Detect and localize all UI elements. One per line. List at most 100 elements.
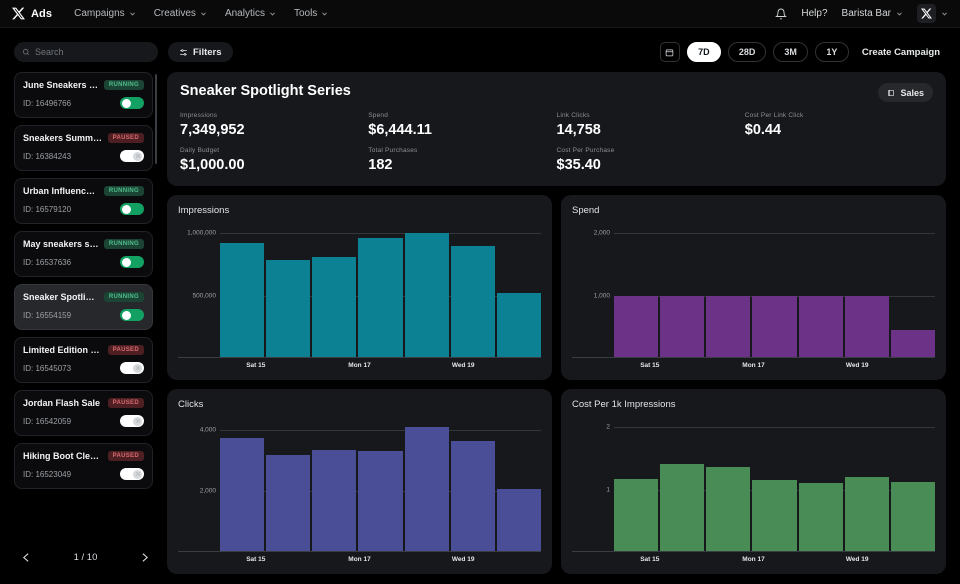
sidebar-scrollbar[interactable]	[155, 74, 157, 164]
pagination-label: 1 / 10	[74, 552, 98, 563]
metric-cell: Cost Per Purchase $35.40	[557, 147, 745, 173]
status-badge: RUNNING	[104, 239, 144, 249]
range-pill-1y-label: 1Y	[826, 47, 837, 57]
x-logo-icon	[921, 8, 932, 19]
avatar	[917, 4, 936, 23]
chart-title: Clicks	[178, 399, 541, 410]
campaign-active-toggle[interactable]	[120, 362, 144, 374]
campaign-active-toggle[interactable]	[120, 468, 144, 480]
campaign-active-toggle[interactable]	[120, 256, 144, 268]
nav-item-analytics[interactable]: Analytics	[225, 8, 276, 19]
y-axis-tick-label: 1,000	[594, 292, 610, 299]
campaign-card-footer: ID: 16384243	[23, 150, 144, 162]
range-pill-7d[interactable]: 7D	[687, 42, 721, 62]
campaign-id: ID: 16579120	[23, 205, 71, 214]
account-switcher[interactable]: Barista Bar	[842, 8, 903, 19]
x-axis-tick-label: Wed 19	[846, 556, 869, 563]
campaign-card-footer: ID: 16523049	[23, 468, 144, 480]
x-axis-tick-label: Mon 17	[742, 556, 764, 563]
metric-value: $6,444.11	[368, 122, 556, 138]
campaign-card[interactable]: Hiking Boot Cleara...PAUSEDID: 16523049	[14, 443, 153, 489]
filters-icon	[179, 48, 188, 57]
check-icon	[124, 312, 130, 318]
chart-title: Cost Per 1k Impressions	[572, 399, 935, 410]
campaign-card[interactable]: Limited Edition Lau...PAUSEDID: 16545073	[14, 337, 153, 383]
y-axis: 12	[572, 415, 614, 552]
campaign-active-toggle[interactable]	[120, 150, 144, 162]
metric-label: Cost Per Link Click	[745, 112, 933, 119]
campaign-id: ID: 16523049	[23, 470, 71, 479]
range-pill-28d[interactable]: 28D	[728, 42, 767, 62]
metric-cell: Total Purchases182	[368, 147, 556, 173]
search-box[interactable]	[14, 42, 158, 62]
calendar-icon	[665, 48, 674, 57]
y-axis-tick-label: 500,000	[193, 292, 217, 299]
toolbar: Filters 7D 28D 3M 1Y Create Campaign	[0, 38, 960, 66]
metric-value: $0.44	[745, 122, 933, 138]
brand-logo[interactable]: Ads	[12, 7, 52, 20]
bar	[614, 479, 658, 552]
metric-value: $35.40	[557, 157, 745, 173]
filters-button[interactable]: Filters	[168, 42, 233, 62]
page-title: Sneaker Spotlight Series	[180, 83, 933, 99]
campaign-card-header: Urban Influencer ...RUNNING	[23, 186, 144, 196]
bar	[358, 451, 402, 552]
calendar-button[interactable]	[660, 42, 680, 62]
campaign-card[interactable]: Sneakers Summer ...PAUSEDID: 16384243	[14, 125, 153, 171]
campaign-card[interactable]: Urban Influencer ...RUNNING ID: 16579120	[14, 178, 153, 224]
y-axis: 1,0002,000	[572, 221, 614, 358]
status-badge: RUNNING	[104, 80, 144, 90]
nav-item-campaigns[interactable]: Campaigns	[74, 8, 136, 19]
sales-icon	[887, 89, 895, 97]
range-pill-3m[interactable]: 3M	[773, 42, 808, 62]
help-link[interactable]: Help?	[801, 8, 827, 19]
x-axis: Sat 15Mon 17Wed 19	[178, 552, 541, 568]
campaign-list[interactable]: June Sneakers SaleRUNNINGID: 16496766 Sne…	[14, 72, 157, 540]
notifications-bell-icon[interactable]	[775, 8, 787, 20]
y-axis-tick-label: 1,000,000	[187, 230, 216, 237]
y-axis-tick-label: 1	[606, 486, 610, 493]
bar	[312, 257, 356, 358]
campaign-card[interactable]: Jordan Flash SalePAUSEDID: 16542059	[14, 390, 153, 436]
campaign-active-toggle[interactable]	[120, 309, 144, 321]
metric-label: Cost Per Purchase	[557, 147, 745, 154]
metric-value: 14,758	[557, 122, 745, 138]
metrics-grid: Impressions7,349,952Spend$6,444.11Link C…	[180, 112, 933, 173]
campaign-card-footer: ID: 16542059	[23, 415, 144, 427]
sales-toggle-button[interactable]: Sales	[878, 83, 933, 102]
x-axis: Sat 15Mon 17Wed 19	[178, 358, 541, 374]
x-axis-tick-label: Sat 15	[246, 556, 265, 563]
next-page-icon[interactable]	[138, 551, 151, 564]
campaign-card[interactable]: May sneakers saleRUNNINGID: 16537636	[14, 231, 153, 277]
chevron-down-icon	[200, 10, 207, 17]
range-pill-1y[interactable]: 1Y	[815, 42, 849, 62]
bar-series	[220, 221, 541, 358]
chart-panel-impressions: Impressions500,0001,000,000Sat 15Mon 17W…	[167, 195, 552, 380]
nav-item-tools[interactable]: Tools	[294, 8, 328, 19]
campaign-card[interactable]: Sneaker Spotlight...RUNNINGID: 16554159	[14, 284, 153, 330]
chevron-down-icon	[129, 10, 136, 17]
status-badge: PAUSED	[108, 345, 144, 355]
nav-item-creatives[interactable]: Creatives	[154, 8, 207, 19]
prev-page-icon[interactable]	[20, 551, 33, 564]
metric-cell: Daily Budget$1,000.00	[180, 147, 368, 173]
campaign-active-toggle[interactable]	[120, 203, 144, 215]
bar	[845, 477, 889, 552]
profile-menu[interactable]	[917, 4, 948, 23]
bar	[405, 233, 449, 358]
y-axis-tick-label: 2,000	[200, 488, 216, 495]
brand-label: Ads	[31, 8, 52, 20]
create-campaign-button[interactable]: Create Campaign	[856, 42, 946, 62]
search-input[interactable]	[35, 47, 150, 57]
campaign-active-toggle[interactable]	[120, 415, 144, 427]
campaign-card-footer: ID: 16554159	[23, 309, 144, 321]
bar	[660, 296, 704, 358]
campaign-active-toggle[interactable]	[120, 97, 144, 109]
campaign-card[interactable]: June Sneakers SaleRUNNINGID: 16496766	[14, 72, 153, 118]
bar	[706, 296, 750, 358]
metric-value: 182	[368, 157, 556, 173]
x-axis-tick-label: Wed 19	[452, 362, 475, 369]
bar	[799, 296, 843, 358]
plot-region: 500,000 1,000,000	[178, 221, 541, 358]
chart-panel-spend: Spend1,0002,000Sat 15Mon 17Wed 19	[561, 195, 946, 380]
